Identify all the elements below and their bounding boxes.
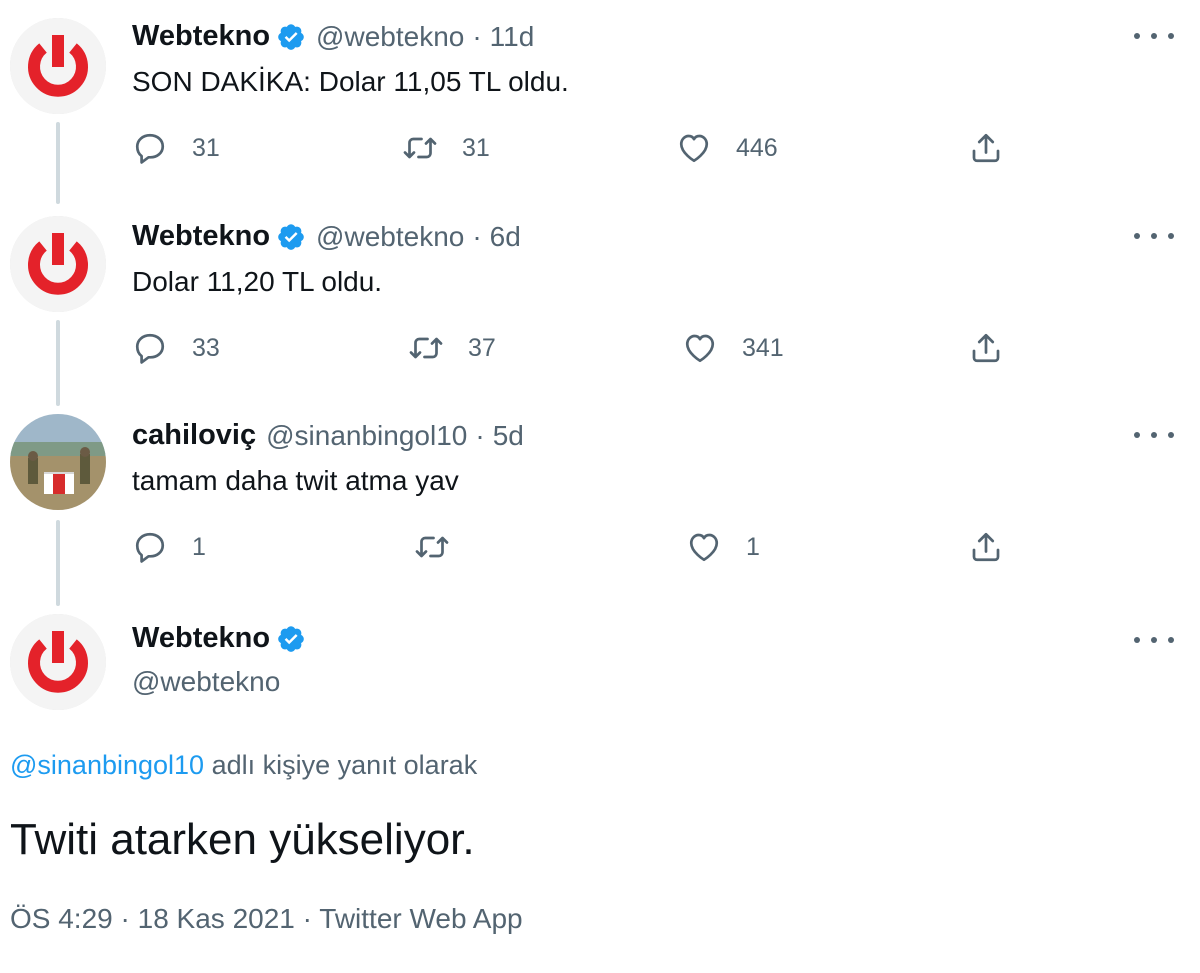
separator: · [475, 419, 485, 451]
heart-icon [682, 330, 718, 366]
like-button[interactable]: 446 [676, 130, 778, 166]
tweet-text: Twiti atarken yükseliyor. [10, 815, 475, 864]
reply-icon [132, 130, 168, 166]
reply-button[interactable]: 33 [132, 330, 220, 366]
reply-icon [132, 529, 168, 565]
author-handle[interactable]: @webtekno [316, 21, 464, 53]
retweet-icon [414, 529, 450, 565]
thread-line [56, 122, 60, 204]
more-icon[interactable] [1134, 26, 1174, 46]
author-name[interactable]: cahiloviç [132, 419, 256, 452]
author-name[interactable]: Webtekno [132, 20, 270, 53]
retweet-button[interactable] [414, 529, 474, 565]
more-icon[interactable] [1134, 425, 1174, 445]
like-count: 1 [746, 532, 760, 561]
author-name[interactable]: Webtekno [132, 220, 270, 253]
separator: · [472, 220, 482, 252]
retweet-icon [408, 330, 444, 366]
avatar[interactable] [10, 216, 106, 312]
retweet-count: 37 [468, 333, 496, 362]
retweet-icon [402, 130, 438, 166]
avatar[interactable] [10, 18, 106, 114]
separator: · [120, 903, 130, 934]
thread-line [56, 520, 60, 606]
reply-count: 31 [192, 133, 220, 162]
separator: · [302, 903, 312, 934]
reply-count: 33 [192, 333, 220, 362]
tweet-source[interactable]: Twitter Web App [319, 903, 522, 934]
tweet-text: Dolar 11,20 TL oldu. [132, 266, 383, 297]
verified-badge-icon [276, 624, 306, 654]
reply-count: 1 [192, 532, 206, 561]
tweet-time[interactable]: ÖS 4:29 [10, 903, 113, 934]
verified-badge-icon [276, 22, 306, 52]
photo-avatar [10, 414, 106, 510]
share-icon [968, 330, 1004, 366]
heart-icon [676, 130, 712, 166]
author-handle[interactable]: @webtekno [316, 221, 464, 253]
tweet-text: SON DAKİKA: Dolar 11,05 TL oldu. [132, 66, 569, 97]
reply-suffix: adlı kişiye yanıt olarak [211, 750, 478, 780]
avatar[interactable] [10, 614, 106, 710]
share-icon [968, 130, 1004, 166]
share-icon [968, 529, 1004, 565]
author-handle[interactable]: @webtekno [132, 666, 280, 698]
reply-button[interactable]: 31 [132, 130, 220, 166]
tweet-text: tamam daha twit atma yav [132, 465, 459, 496]
share-button[interactable] [968, 330, 1004, 366]
author-name[interactable]: Webtekno [132, 622, 270, 655]
tweet-date[interactable]: 18 Kas 2021 [138, 903, 295, 934]
replying-to: @sinanbingol10 adlı kişiye yanıt olarak [10, 750, 477, 781]
verified-badge-icon [276, 222, 306, 252]
retweet-button[interactable]: 37 [408, 330, 496, 366]
like-count: 446 [736, 133, 778, 162]
separator: · [472, 20, 482, 52]
reply-icon [132, 330, 168, 366]
avatar[interactable] [10, 414, 106, 510]
thread-line [56, 320, 60, 406]
power-logo-icon [10, 216, 106, 312]
tweet-meta: ÖS 4:29 · 18 Kas 2021 · Twitter Web App [10, 903, 523, 935]
retweet-count: 31 [462, 133, 490, 162]
author-handle[interactable]: @sinanbingol10 [266, 420, 467, 452]
like-button[interactable]: 1 [686, 529, 760, 565]
like-count: 341 [742, 333, 784, 362]
reply-mention-link[interactable]: @sinanbingol10 [10, 750, 204, 780]
retweet-button[interactable]: 31 [402, 130, 490, 166]
more-icon[interactable] [1134, 226, 1174, 246]
tweet-time[interactable]: 11d [490, 21, 535, 53]
more-icon[interactable] [1134, 630, 1174, 650]
tweet-time[interactable]: 6d [490, 221, 521, 253]
power-logo-icon [10, 18, 106, 114]
share-button[interactable] [968, 529, 1004, 565]
heart-icon [686, 529, 722, 565]
like-button[interactable]: 341 [682, 330, 784, 366]
power-logo-icon [10, 614, 106, 710]
tweet-time[interactable]: 5d [493, 420, 524, 452]
reply-button[interactable]: 1 [132, 529, 206, 565]
share-button[interactable] [968, 130, 1004, 166]
